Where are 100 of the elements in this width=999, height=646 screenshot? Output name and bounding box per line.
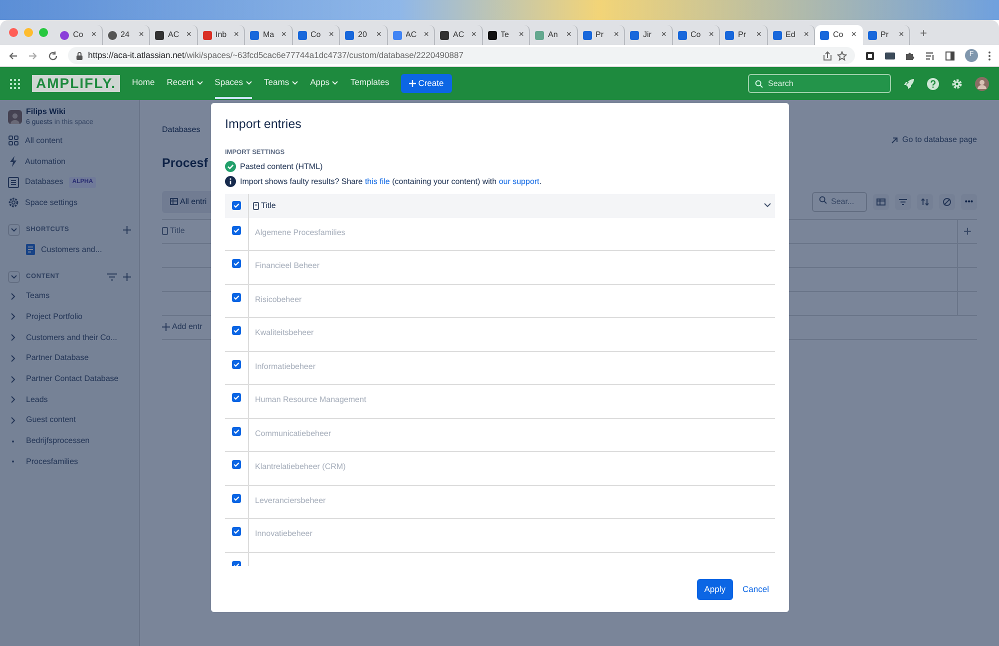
browser-tab[interactable]: 20 × [340,25,388,45]
checkbox[interactable] [232,326,241,335]
close-tab-button[interactable]: × [898,28,904,42]
close-tab-button[interactable]: × [614,28,619,42]
space-name[interactable]: Filips Wiki [26,106,94,118]
browser-tab[interactable]: Inb × [198,25,245,45]
chevron-right-icon[interactable] [10,354,16,362]
sidebar-item[interactable]: All content [8,130,131,152]
file-link[interactable]: this file [364,176,390,186]
create-button[interactable]: Create [401,74,452,93]
chevron-right-icon[interactable] [10,292,16,300]
nav-link[interactable]: Home [132,68,155,99]
chevron-right-icon[interactable] [10,376,16,383]
close-tab-button[interactable]: × [281,28,286,42]
tree-item[interactable]: Bedrijfsprocessen [26,435,90,448]
avatar-icon[interactable] [975,76,989,90]
collapse-button[interactable] [8,270,20,283]
reading-list-icon[interactable] [925,50,935,60]
close-tab-button[interactable]: × [804,28,809,42]
filter-icon[interactable] [898,196,908,207]
star-icon[interactable] [837,50,847,60]
browser-tab[interactable]: 24 × [102,25,150,45]
rocket-icon[interactable] [903,78,915,90]
chevron-right-icon[interactable] [10,334,16,342]
apply-button[interactable]: Apply [697,579,733,600]
browser-tab[interactable]: Te × [482,25,530,45]
nav-link[interactable]: Teams [264,68,298,99]
close-tab-button[interactable]: × [376,28,382,42]
checkbox[interactable] [232,393,241,402]
search-field[interactable]: Search [748,74,891,93]
reload-icon[interactable] [48,50,58,60]
browser-tab[interactable]: An × [530,25,578,45]
close-tab-button[interactable]: × [756,28,762,42]
chevron-right-icon[interactable] [10,313,16,320]
go-to-database-link[interactable]: Go to database page [902,134,977,146]
browser-tab[interactable]: Co × [292,25,340,45]
close-tab-button[interactable]: × [138,28,144,42]
close-tab-button[interactable]: × [234,28,239,42]
checkbox[interactable] [232,292,241,302]
share-icon[interactable] [823,50,832,60]
close-tab-button[interactable]: × [708,28,714,42]
checkbox[interactable] [232,527,241,536]
new-tab-button[interactable]: + [920,26,928,38]
checkbox[interactable] [232,201,241,210]
checkbox[interactable] [232,259,241,268]
browser-tab[interactable]: Pr × [862,25,910,45]
add-icon[interactable] [123,226,131,234]
browser-tab[interactable]: AC × [150,25,198,45]
sidebar-item[interactable]: Databases [25,176,64,188]
close-tab-button[interactable]: × [91,28,96,42]
checkbox[interactable] [232,226,241,234]
chevron-right-icon[interactable] [10,396,16,404]
more-icon[interactable] [988,50,991,60]
browser-tab[interactable]: Jir × [625,25,672,45]
close-tab-button[interactable]: × [186,28,192,42]
shortcut-link[interactable]: Customers and... [41,244,102,256]
nav-link[interactable]: Templates [350,68,390,99]
sidebar-item[interactable]: Space settings [8,192,131,214]
close-tab-button[interactable]: × [518,28,524,42]
table-view-icon[interactable] [876,196,886,207]
close-tab-button[interactable]: × [424,28,429,42]
address-bar[interactable]: https://aca-it.atlassian.net/wiki/spaces/~63fcd5cac6e77744a1dc4737/custom/database/2220490887 [68,47,855,64]
tree-item[interactable]: Partner Database [26,352,89,364]
checkbox[interactable] [232,494,241,502]
close-tab-button[interactable]: × [661,28,666,42]
browser-tab[interactable]: Co × [672,25,720,45]
breadcrumb-link[interactable]: Databases [162,124,200,146]
tree-item[interactable]: Procesfamilies [26,456,78,468]
sort-icon[interactable] [920,196,930,207]
back-icon[interactable] [8,50,18,60]
more-button[interactable]: ••• [961,194,977,210]
side-panel-icon[interactable] [945,50,955,60]
cancel-button[interactable]: Cancel [736,579,775,600]
forward-icon[interactable] [28,50,38,60]
close-tab-button[interactable]: × [471,28,476,42]
close-tab-button[interactable]: × [566,28,572,42]
close-tab-button[interactable]: × [328,28,334,42]
help-icon[interactable] [927,78,939,90]
tree-item[interactable]: Customers and their Co... [26,332,118,344]
checkbox[interactable] [232,460,241,469]
filter-icon[interactable] [107,272,117,281]
sidebar-item[interactable]: Automation [8,151,131,172]
browser-tab[interactable]: Co × [815,25,862,45]
chevron-right-icon[interactable] [10,416,16,424]
tree-item[interactable]: Guest content [26,414,76,426]
close-tab-button[interactable]: × [851,28,856,42]
nav-link[interactable]: Spaces [214,68,252,99]
logo[interactable]: AMPLIFLY. [32,75,120,92]
browser-tab[interactable]: Ma × [245,25,292,45]
hide-icon[interactable] [942,196,952,207]
nav-link[interactable]: Recent [166,68,203,99]
collapse-button[interactable] [8,224,20,236]
browser-tab[interactable]: Pr × [578,25,625,45]
browser-tab[interactable]: AC × [435,25,482,45]
chevron-down-icon[interactable] [764,203,771,208]
add-icon[interactable] [123,272,131,281]
tree-item[interactable]: Project Portfolio [26,310,82,323]
tree-item[interactable]: Leads [26,394,48,406]
support-link[interactable]: our support [498,176,540,186]
browser-tab[interactable]: AC × [388,25,435,45]
